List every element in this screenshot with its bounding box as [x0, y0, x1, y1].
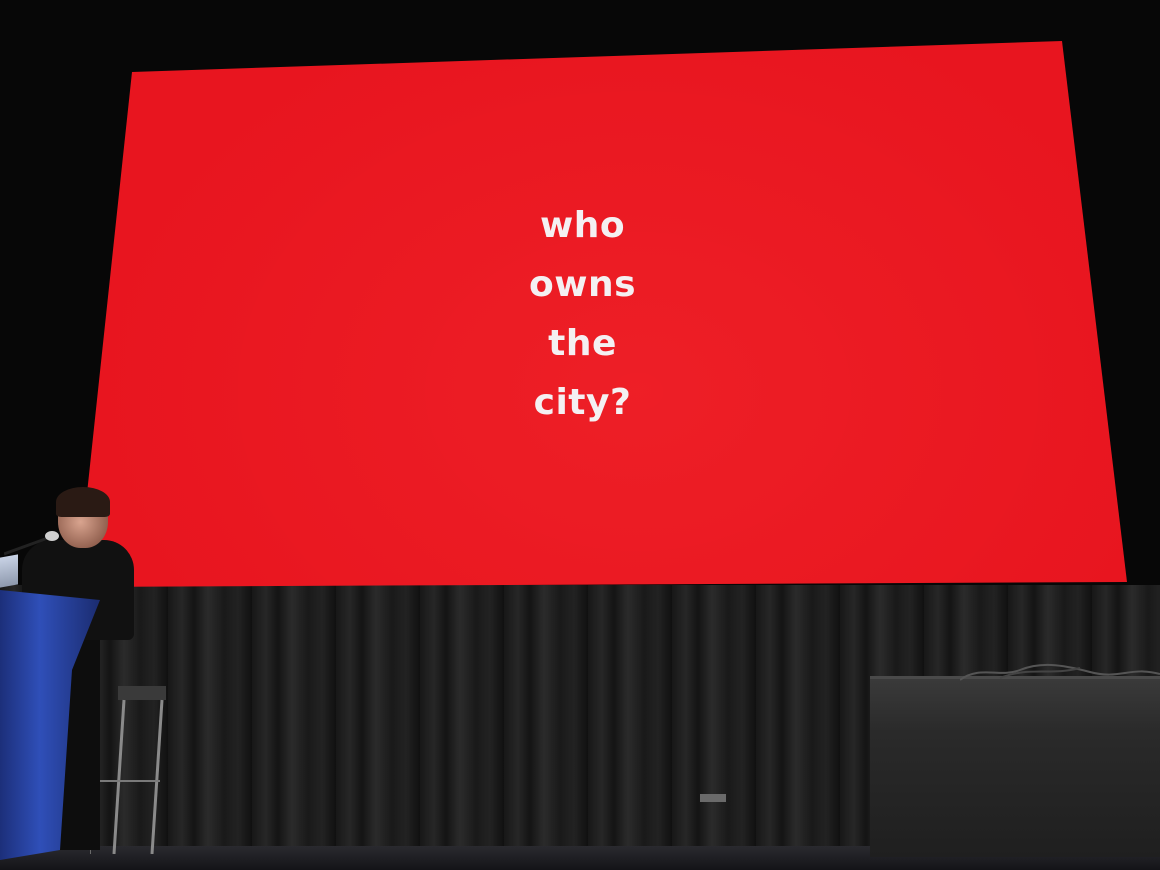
slide-line-who: who: [539, 205, 626, 246]
stage-stool: [90, 686, 166, 854]
floor-marker: [700, 794, 726, 802]
slide-line-the: the: [548, 323, 617, 364]
slide-text: who owns the city?: [470, 196, 695, 432]
stage-scene: who owns the city?: [0, 0, 1160, 870]
microphone-icon: [4, 531, 59, 556]
speaker-hair: [56, 487, 110, 517]
laptop: [0, 554, 18, 588]
cables-on-table: [960, 663, 1160, 681]
slide-line-city: city?: [533, 382, 632, 423]
slide-line-owns: owns: [528, 264, 637, 305]
covered-table: [870, 676, 1160, 857]
